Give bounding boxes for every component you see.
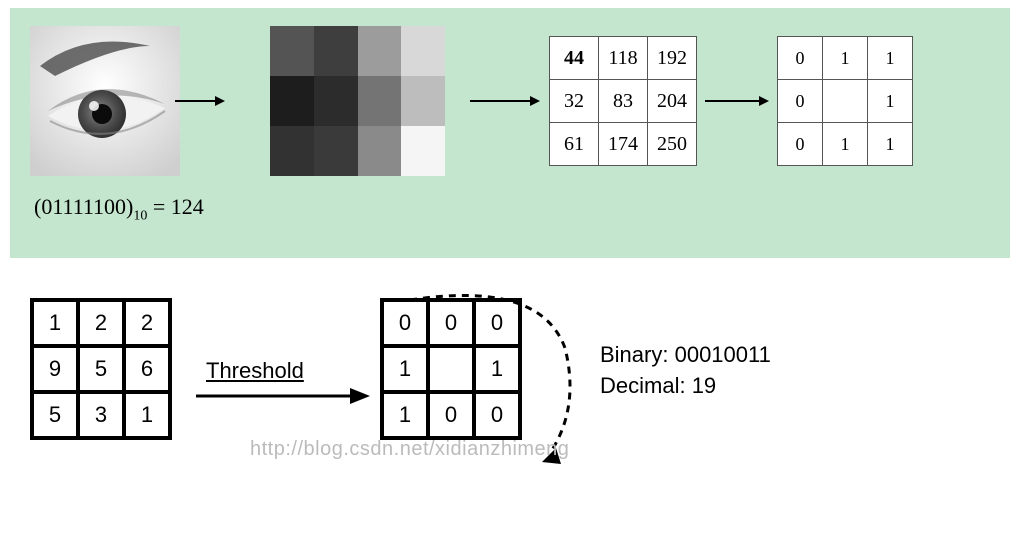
grid-cell: 174 (599, 123, 648, 166)
pixel-cell (358, 76, 402, 126)
pixel-cell (314, 126, 358, 176)
grid-cell: 0 (778, 123, 823, 166)
base-subscript: 10 (133, 208, 147, 223)
output-grid: 00011100 (380, 298, 522, 440)
grid-cell: 1 (868, 37, 913, 80)
grid-cell: 204 (648, 80, 697, 123)
grid-cell: 0 (428, 300, 474, 346)
pixel-value-grid: 44118192 3283204 61174250 (549, 36, 697, 166)
grid-cell: 1 (382, 392, 428, 438)
grid-cell: 192 (648, 37, 697, 80)
pixel-cell (270, 126, 314, 176)
grid-cell: 1 (124, 392, 170, 438)
binary-pattern-grid: 01101011 (777, 36, 913, 166)
result-text: Binary: 00010011 Decimal: 19 (600, 340, 771, 402)
grid-cell: 1 (823, 37, 868, 80)
grid-cell: 1 (382, 346, 428, 392)
pipeline-row: 44118192328320461174250 01101011 (30, 26, 990, 176)
pixel-cell (401, 26, 445, 76)
grid-cell: 0 (382, 300, 428, 346)
grid-cell: 0 (474, 392, 520, 438)
grid-cell (823, 80, 868, 123)
decimal-label: Decimal: (600, 373, 692, 398)
binary-string: (01111100) (34, 194, 133, 219)
grid-cell: 118 (599, 37, 648, 80)
grid-cell: 61 (550, 123, 599, 166)
arrow-icon (697, 86, 777, 116)
pixel-cell (314, 76, 358, 126)
arrow-icon (465, 86, 545, 116)
grid-cell: 9 (32, 346, 78, 392)
pixel-cell (314, 26, 358, 76)
decimal-equals: = 124 (147, 194, 203, 219)
pixel-cell (401, 126, 445, 176)
grid-cell: 6 (124, 346, 170, 392)
lbp-formula: (01111100)10 = 124 (34, 194, 990, 224)
grid-cell: 0 (778, 80, 823, 123)
grid-cell: 2 (78, 300, 124, 346)
pixelated-image (270, 26, 445, 176)
eye-image (30, 26, 180, 176)
grid-cell: 0 (778, 37, 823, 80)
grid-cell: 1 (474, 346, 520, 392)
watermark-text: http://blog.csdn.net/xidianzhimeng (250, 438, 569, 461)
grid-cell: 3 (78, 392, 124, 438)
decimal-value: 19 (692, 373, 716, 398)
grid-cell: 5 (32, 392, 78, 438)
pixel-cell (358, 126, 402, 176)
grid-cell: 32 (550, 80, 599, 123)
pixel-cell (270, 76, 314, 126)
binary-label: Binary: (600, 342, 675, 367)
grid-cell: 44 (550, 37, 599, 80)
grid-cell: 1 (823, 123, 868, 166)
grid-cell: 2 (124, 300, 170, 346)
grid-cell: 1 (868, 123, 913, 166)
grid-cell: 1 (32, 300, 78, 346)
pixel-cell (358, 26, 402, 76)
grid-cell: 0 (474, 300, 520, 346)
binary-value: 00010011 (675, 342, 771, 367)
arrow-icon (170, 86, 230, 116)
threshold-label: Threshold (206, 358, 304, 384)
grid-cell: 0 (428, 392, 474, 438)
bottom-diagram: 122956531 Threshold 00011100 Binary: 000… (20, 288, 1000, 478)
grid-cell: 83 (599, 80, 648, 123)
pixel-cell (401, 76, 445, 126)
grid-cell: 1 (868, 80, 913, 123)
grid-cell (428, 346, 474, 392)
pixel-cell (270, 26, 314, 76)
top-panel: 44118192328320461174250 01101011 (011111… (10, 8, 1010, 258)
input-grid: 122956531 (30, 298, 172, 440)
grid-cell: 5 (78, 346, 124, 392)
grid-cell: 250 (648, 123, 697, 166)
